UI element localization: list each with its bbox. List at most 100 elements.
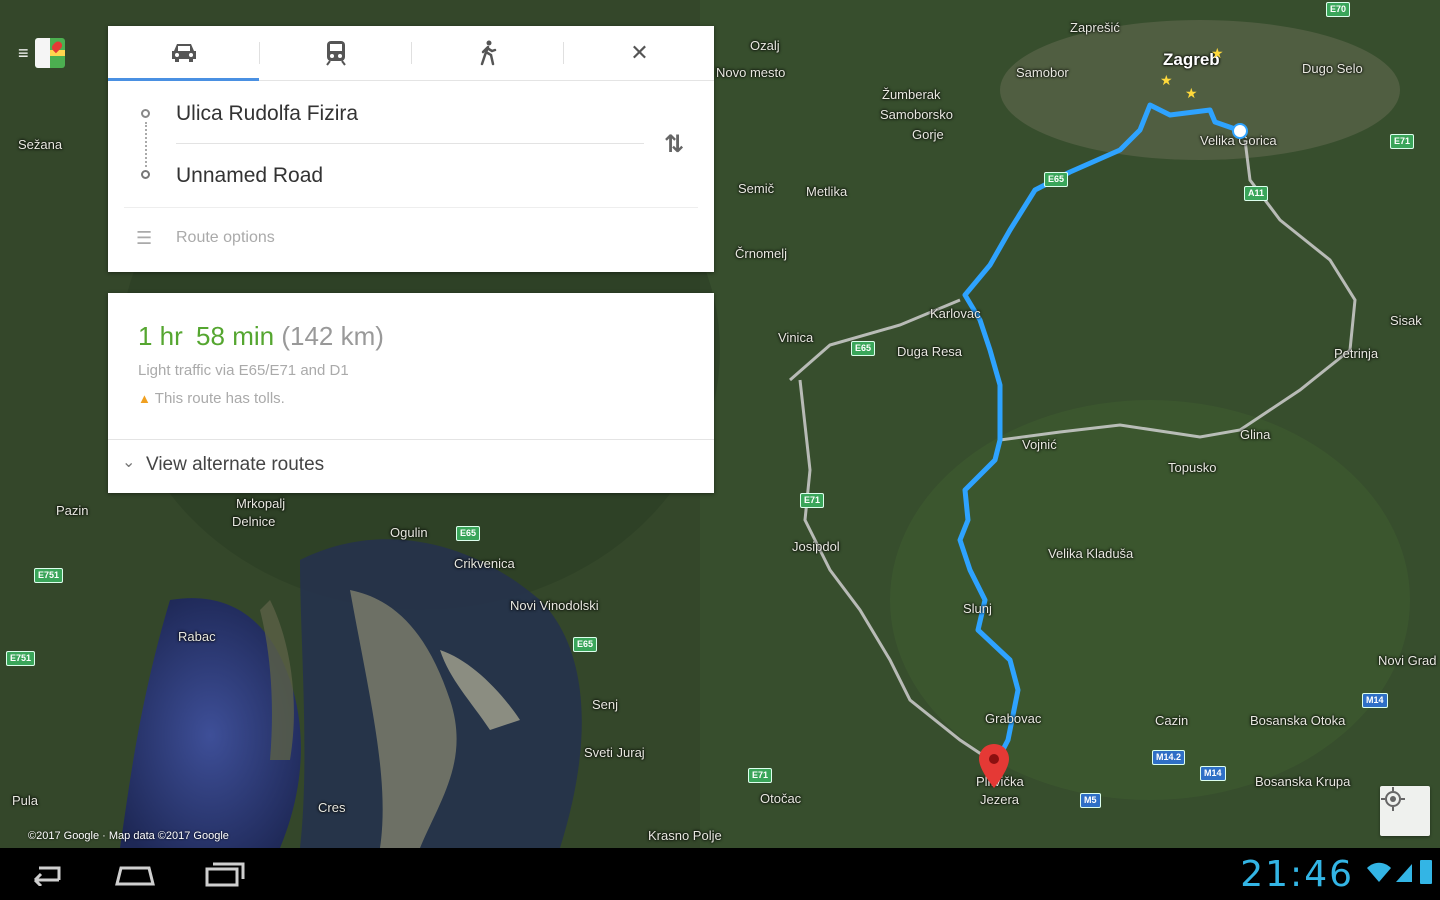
destination-field[interactable]: Unnamed Road (176, 164, 323, 188)
star-icon: ★ (1185, 85, 1198, 101)
origin-field[interactable]: Ulica Rudolfa Fizira (176, 102, 358, 126)
road-shield: A11 (1244, 186, 1269, 201)
time-hours: 1 hr (138, 321, 183, 351)
warning-icon: ▲ (138, 391, 151, 406)
map-label-rabac: Rabac (178, 629, 216, 644)
recents-button[interactable] (200, 858, 250, 890)
tune-icon: ☰ (136, 228, 153, 248)
train-icon (325, 41, 346, 66)
map-label-semic: Semič (738, 181, 775, 196)
road-shield: E65 (456, 526, 481, 541)
hamburger-icon: ≡ (18, 43, 29, 63)
map-label-delnice: Delnice (232, 514, 276, 529)
map-label-sezana: Sežana (18, 137, 63, 152)
car-icon (171, 44, 196, 62)
route-distance: (142 km) (281, 321, 384, 351)
road-shield: E71 (800, 493, 825, 508)
chevron-down-icon: ⌄ (122, 454, 136, 471)
road-shield: M14 (1362, 693, 1388, 708)
map-label-cres: Cres (318, 800, 346, 815)
travel-mode-tabs: ✕ (108, 26, 714, 81)
tab-walk[interactable] (412, 26, 563, 80)
map-label-grabovac: Grabovac (985, 711, 1042, 726)
map-label-ozalj: Ozalj (750, 38, 780, 53)
road-shield: E70 (1326, 2, 1351, 17)
destination-pin-icon[interactable] (978, 744, 1010, 790)
map-label-krasno-polje: Krasno Polje (648, 828, 722, 843)
map-label-vinica: Vinica (778, 330, 814, 345)
road-shield: E751 (34, 568, 64, 583)
road-shield: M14.2 (1152, 750, 1186, 765)
walk-icon (480, 40, 496, 66)
back-button[interactable] (20, 858, 70, 890)
map-label-mrkopalj: Mrkopalj (236, 496, 286, 511)
road-shield: M5 (1080, 793, 1101, 808)
map-label-otocac: Otočac (760, 791, 802, 806)
route-options-button[interactable]: ☰ Route options (136, 228, 275, 249)
route-summary-card[interactable]: 1 hr 58 min (142 km) Light traffic via E… (108, 293, 714, 493)
recents-icon (205, 862, 245, 887)
map-label-novi-vinodolski: Novi Vinodolski (510, 598, 599, 613)
back-icon (33, 866, 61, 886)
map-label-bosanska-otoka: Bosanska Otoka (1250, 713, 1346, 728)
road-shield: E65 (851, 341, 876, 356)
map-label-josipdol: Josipdol (792, 539, 840, 554)
road-shield: E71 (1390, 134, 1415, 149)
map-label-ogulin: Ogulin (390, 525, 428, 540)
my-location-button[interactable] (1380, 786, 1430, 836)
star-icon: ★ (1160, 72, 1173, 88)
map-label-samoborsko: Samoborsko (880, 107, 953, 122)
map-label-zumberak: Žumberak (882, 87, 941, 102)
toll-warning: ▲ This route has tolls. (138, 390, 285, 407)
tab-drive[interactable] (108, 26, 259, 81)
origin-marker (1232, 123, 1248, 139)
view-alternate-routes-button[interactable]: ⌄ View alternate routes (108, 439, 714, 488)
time-minutes: 58 min (196, 321, 275, 351)
map-label-novi-grad: Novi Grad (1378, 653, 1437, 668)
map-label-slunj: Slunj (963, 601, 992, 616)
destination-dot-icon (141, 170, 150, 179)
map-label-novo-mesto: Novo mesto (716, 65, 786, 80)
close-icon: ✕ (630, 40, 649, 65)
status-clock: 21:46 (1240, 854, 1354, 895)
close-button[interactable]: ✕ (564, 26, 715, 80)
road-shield: M14 (1200, 766, 1226, 781)
traffic-info: Light traffic via E65/E71 and D1 (138, 362, 349, 379)
map-label-senj: Senj (592, 697, 619, 712)
app-menu[interactable]: ≡ (18, 36, 80, 70)
map-label-gorje: Gorje (912, 127, 944, 142)
map-label-zapresic: Zaprešić (1070, 20, 1120, 35)
directions-panel: ✕ Ulica Rudolfa Fizira Unnamed Road ⇅ ☰ … (108, 26, 714, 272)
road-shield: E65 (1044, 172, 1069, 187)
system-nav-bar: 21:46 (0, 848, 1440, 900)
map-label-bosanska-krupa: Bosanska Krupa (1255, 774, 1351, 789)
road-shield: E65 (573, 637, 598, 652)
map-label-vojnic: Vojnić (1022, 437, 1057, 452)
map-label-glina: Glina (1240, 427, 1271, 442)
route-connector (145, 122, 147, 167)
home-icon (115, 866, 155, 886)
my-location-icon (1381, 787, 1405, 811)
map-label-crikvenica: Crikvenica (454, 556, 515, 571)
map-label-petrinja: Petrinja (1334, 346, 1379, 361)
map-label-metlika: Metlika (806, 184, 848, 199)
map-label-cazin: Cazin (1155, 713, 1189, 728)
battery-icon (1420, 860, 1432, 884)
toll-warning-text: This route has tolls. (154, 390, 285, 407)
map-label-karlovac: Karlovac (930, 306, 981, 321)
home-button[interactable] (110, 858, 160, 890)
tab-transit[interactable] (260, 26, 411, 80)
map-label-sveti-juraj: Sveti Juraj (584, 745, 645, 760)
map-label-crnomelj: Črnomelj (735, 246, 788, 261)
wifi-icon (1366, 862, 1392, 889)
map-label-sisak: Sisak (1390, 313, 1422, 328)
travel-time: 1 hr 58 min (142 km) (138, 321, 384, 352)
map-label-samobor: Samobor (1016, 65, 1069, 80)
route-options-label: Route options (176, 229, 275, 246)
copyright-text: ©2017 Google · Map data ©2017 Google (28, 830, 229, 842)
swap-icon[interactable]: ⇅ (664, 130, 684, 159)
road-shield: E71 (748, 768, 773, 783)
signal-icon (1394, 862, 1414, 889)
map-label-dugo-selo: Dugo Selo (1302, 61, 1363, 76)
map-label-jezera: Jezera (980, 792, 1020, 807)
